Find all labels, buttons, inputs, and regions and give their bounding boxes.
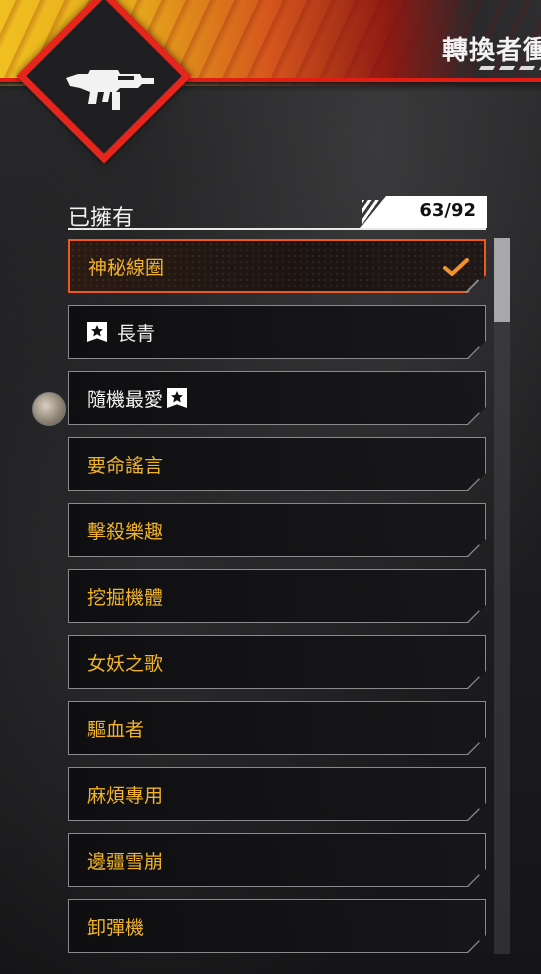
- item-label: 卸彈機: [87, 916, 145, 939]
- count-badge-stripes: [362, 200, 390, 226]
- item-label: 麻煩專用: [87, 784, 164, 807]
- scroll-thumb[interactable]: [494, 238, 510, 322]
- list-item[interactable]: 隨機最愛: [68, 371, 486, 425]
- list-item[interactable]: 神秘線圈: [68, 239, 486, 293]
- item-label: 神秘線圈: [88, 256, 165, 279]
- item-label: 隨機最愛: [87, 388, 164, 411]
- list-item[interactable]: 邊疆雪崩: [68, 833, 486, 887]
- list-item[interactable]: 麻煩專用: [68, 767, 486, 821]
- list-item[interactable]: 長青: [68, 305, 486, 359]
- list-item[interactable]: 卸彈機: [68, 899, 486, 953]
- favorite-star-icon: [167, 388, 187, 408]
- owned-section-underline: [68, 228, 486, 230]
- list-item[interactable]: 驅血者: [68, 701, 486, 755]
- item-label: 邊疆雪崩: [87, 850, 164, 873]
- favorite-star-icon: [87, 322, 107, 342]
- scrollbar[interactable]: [494, 238, 510, 954]
- item-label: 挖掘機體: [87, 586, 164, 609]
- list-item[interactable]: 女妖之歌: [68, 635, 486, 689]
- item-label: 長青: [117, 322, 156, 345]
- owned-count: 63/92: [419, 200, 476, 221]
- item-label: 擊殺樂趣: [87, 520, 164, 543]
- page-title: 轉換者衝: [442, 36, 541, 66]
- list-item[interactable]: 擊殺樂趣: [68, 503, 486, 557]
- item-label: 要命謠言: [87, 454, 164, 477]
- checkmark-icon: [442, 256, 470, 278]
- header-dashes: [478, 66, 541, 70]
- avatar[interactable]: [32, 392, 66, 426]
- item-label: 驅血者: [87, 718, 145, 741]
- smg-weapon-icon: [66, 70, 154, 110]
- item-label: 女妖之歌: [87, 652, 164, 675]
- list-item[interactable]: 挖掘機體: [68, 569, 486, 623]
- list-item[interactable]: 要命謠言: [68, 437, 486, 491]
